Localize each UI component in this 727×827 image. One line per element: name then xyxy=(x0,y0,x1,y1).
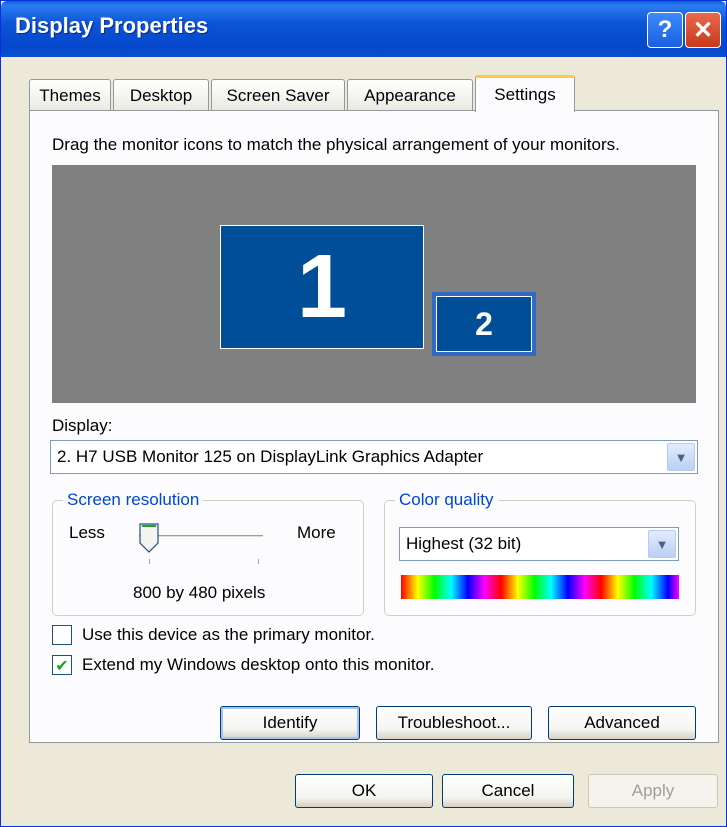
color-quality-group: Color quality Highest (32 bit) ▼ xyxy=(384,490,696,616)
slider-thumb-icon[interactable] xyxy=(139,523,159,553)
primary-monitor-label[interactable]: Use this device as the primary monitor. xyxy=(82,625,375,645)
display-properties-window: Display Properties ? ✕ Themes Desktop Sc… xyxy=(0,0,727,827)
monitor-2-face: 2 xyxy=(436,296,532,352)
resolution-value: 800 by 480 pixels xyxy=(133,583,266,602)
chevron-down-icon[interactable]: ▼ xyxy=(667,443,695,471)
tab-settings[interactable]: Settings xyxy=(475,75,575,112)
monitor-1-number: 1 xyxy=(296,236,348,337)
tab-screen-saver[interactable]: Screen Saver xyxy=(211,79,345,111)
slider-tick xyxy=(149,559,150,564)
tab-appearance[interactable]: Appearance xyxy=(347,79,473,111)
color-quality-dropdown[interactable]: Highest (32 bit) ▼ xyxy=(399,527,679,561)
monitor-1-icon[interactable]: 1 xyxy=(220,225,424,349)
checkmark-icon: ✔ xyxy=(55,655,69,675)
monitor-arrangement-preview: 1 2 xyxy=(52,165,696,403)
tab-themes[interactable]: Themes xyxy=(29,79,111,111)
cancel-button[interactable]: Cancel xyxy=(442,774,574,808)
monitor-2-number: 2 xyxy=(475,305,493,342)
help-button[interactable]: ? xyxy=(647,12,683,48)
apply-button[interactable]: Apply xyxy=(588,774,718,808)
extend-desktop-checkbox[interactable]: ✔ xyxy=(52,655,72,675)
display-label: Display: xyxy=(52,416,113,435)
instruction-text: Drag the monitor icons to match the phys… xyxy=(52,135,620,154)
resolution-more-label: More xyxy=(297,523,336,542)
color-quality-title: Color quality xyxy=(395,490,498,510)
advanced-button[interactable]: Advanced xyxy=(548,706,696,740)
title-bar[interactable]: Display Properties ? ✕ xyxy=(1,1,726,57)
screen-resolution-group: Screen resolution Less More 800 by 480 p… xyxy=(52,490,364,616)
identify-button[interactable]: Identify xyxy=(220,706,360,740)
monitor-2-icon[interactable]: 2 xyxy=(432,292,536,356)
close-button[interactable]: ✕ xyxy=(685,12,721,48)
window-title: Display Properties xyxy=(15,13,209,38)
ok-button[interactable]: OK xyxy=(295,774,433,808)
chevron-down-icon[interactable]: ▼ xyxy=(648,530,676,558)
screen-resolution-title: Screen resolution xyxy=(63,490,204,510)
extend-desktop-label[interactable]: Extend my Windows desktop onto this moni… xyxy=(82,655,434,675)
color-quality-value: Highest (32 bit) xyxy=(406,534,522,553)
color-spectrum-bar xyxy=(401,575,679,599)
tab-desktop[interactable]: Desktop xyxy=(113,79,209,111)
display-dropdown[interactable]: 2. H7 USB Monitor 125 on DisplayLink Gra… xyxy=(50,440,698,474)
resolution-less-label: Less xyxy=(69,523,105,542)
settings-panel: Drag the monitor icons to match the phys… xyxy=(29,110,719,743)
primary-monitor-checkbox[interactable] xyxy=(52,625,72,645)
display-dropdown-value: 2. H7 USB Monitor 125 on DisplayLink Gra… xyxy=(57,447,484,466)
troubleshoot-button[interactable]: Troubleshoot... xyxy=(376,706,532,740)
slider-tick xyxy=(258,559,259,564)
